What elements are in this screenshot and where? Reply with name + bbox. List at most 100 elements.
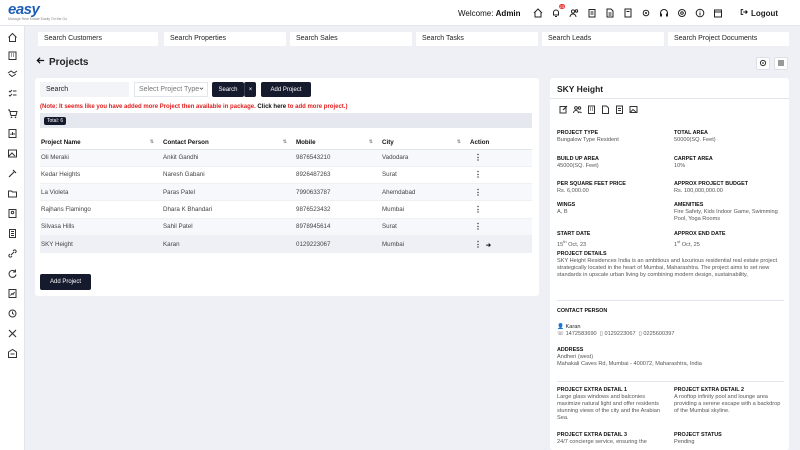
garage-icon[interactable]: [7, 348, 18, 359]
image-icon[interactable]: [7, 148, 18, 159]
edit-corner-button[interactable]: [756, 57, 770, 70]
gallery-icon[interactable]: [629, 105, 638, 114]
home-icon[interactable]: [532, 7, 543, 18]
settings-corner-button[interactable]: [774, 57, 788, 70]
logout-button[interactable]: Logout: [740, 8, 778, 18]
logout-icon: [740, 8, 748, 18]
checklist-icon[interactable]: [7, 88, 18, 99]
document-icon[interactable]: [604, 7, 615, 18]
kebab-menu-icon[interactable]: ⋮: [470, 222, 482, 231]
logo-text: easy: [8, 1, 40, 18]
file-detail-icon[interactable]: [615, 105, 624, 114]
users-group-icon[interactable]: [573, 105, 582, 114]
table-header-row: Project Name ⇅ Contact Person ⇅ Mobile ⇅ Ci…: [40, 137, 532, 150]
total-strip: Total: 6: [40, 113, 532, 128]
sliders-icon: [777, 59, 785, 69]
table-row[interactable]: Kedar Heights Naresh Gabani 8926487263 S…: [40, 166, 532, 185]
col-contact-person[interactable]: Contact Person ⇅: [162, 137, 295, 150]
arrow-right-icon[interactable]: ➔: [486, 242, 491, 249]
gear-icon[interactable]: [640, 7, 651, 18]
analytics-icon[interactable]: [7, 288, 18, 299]
notes-icon[interactable]: [7, 228, 18, 239]
kebab-menu-icon[interactable]: ⋮: [470, 170, 482, 179]
cell-city: Ahemdabad: [381, 183, 469, 202]
bell-icon[interactable]: 23: [550, 4, 565, 18]
kebab-menu-icon[interactable]: ⋮: [470, 205, 482, 214]
detail-divider: [557, 381, 784, 382]
users-icon[interactable]: [568, 7, 579, 18]
table-row[interactable]: Silvasa Hills Sahil Patel 8978945614 Sur…: [40, 218, 532, 236]
search-tasks[interactable]: Search Tasks: [416, 32, 538, 46]
cell-contact: Ankit Gandhi: [162, 149, 295, 167]
add-project-button[interactable]: Add Project: [261, 82, 311, 97]
cell-project-name: Rajhans Flamingo: [40, 200, 162, 219]
detail-divider: [557, 300, 784, 301]
folder-icon[interactable]: [7, 188, 18, 199]
table-row[interactable]: La Violeta Paras Patel 7990633787 Ahemda…: [40, 183, 532, 202]
kebab-menu-icon[interactable]: ⋮: [470, 240, 482, 249]
crossed-tools-icon[interactable]: [7, 328, 18, 339]
col-project-name[interactable]: Project Name ⇅: [40, 137, 162, 150]
col-city[interactable]: City ⇅: [381, 137, 469, 150]
col-mobile[interactable]: Mobile ⇅: [295, 137, 381, 150]
search-customers[interactable]: Search Customers: [38, 32, 158, 46]
headset-icon[interactable]: [658, 7, 669, 18]
handshake-icon[interactable]: [7, 68, 18, 79]
app-logo[interactable]: easy Manage Real Estate Easily On the Go: [8, 1, 68, 23]
cell-mobile: 0129223067: [295, 235, 381, 254]
link-icon[interactable]: [7, 248, 18, 259]
dashboard-icon[interactable]: [7, 32, 18, 43]
amenities-field: AMENITIES Fire Safety, Kids Indoor Game, …: [674, 202, 778, 222]
search-project-documents[interactable]: Search Project Documents: [668, 32, 789, 46]
detail-divider: [550, 98, 789, 99]
total-badge: Total: 6: [44, 117, 67, 125]
cell-project-name: Kedar Heights: [40, 166, 162, 185]
edit-icon[interactable]: [559, 105, 568, 114]
add-project-bottom-button[interactable]: Add Project: [40, 274, 91, 290]
cell-city: Mumbai: [381, 200, 469, 219]
refresh-icon[interactable]: [7, 268, 18, 279]
table-row[interactable]: Rajhans Flamingo Dhara K Bhandari 987652…: [40, 200, 532, 219]
search-button[interactable]: Search: [212, 82, 244, 97]
phone-3[interactable]: 0225600397: [643, 331, 674, 337]
info-icon[interactable]: [694, 7, 705, 18]
project-type-select[interactable]: Select Project Type: [134, 82, 208, 97]
tools-icon[interactable]: [7, 168, 18, 179]
report-icon[interactable]: [7, 128, 18, 139]
kebab-menu-icon[interactable]: ⋮: [470, 153, 482, 162]
building-detail-icon[interactable]: [587, 105, 596, 114]
user-file-icon[interactable]: [7, 208, 18, 219]
cell-contact: Sahil Patel: [162, 218, 295, 236]
project-search-input[interactable]: Search: [40, 82, 129, 97]
clear-search-button[interactable]: ×: [244, 82, 256, 97]
sync-icon[interactable]: [7, 308, 18, 319]
cell-project-name: SKY Height: [40, 235, 162, 254]
phone-2[interactable]: 0129223067: [604, 331, 635, 337]
table-row-selected[interactable]: SKY Height Karan 0129223067 Mumbai ⋮ ➔: [40, 235, 532, 254]
phone-icon: ☏: [557, 331, 564, 337]
detail-actions: [559, 105, 638, 114]
psf-price-field: PER SQUARE FEET PRICE Rs. 6,000.00: [557, 181, 626, 194]
table-row[interactable]: Oli Meraki Ankit Gandhi 9876543210 Vadod…: [40, 149, 532, 167]
building-icon[interactable]: [7, 50, 18, 61]
kebab-menu-icon[interactable]: ⋮: [470, 188, 482, 197]
phone-icon: ▯: [638, 331, 642, 337]
phone-icon: ▯: [599, 331, 603, 337]
search-leads[interactable]: Search Leads: [542, 32, 664, 46]
welcome-label: Welcome:: [458, 9, 494, 18]
file-icon[interactable]: [622, 7, 633, 18]
contact-person-field: CONTACT PERSON: [557, 308, 608, 314]
cart-icon[interactable]: [7, 108, 18, 119]
calendar-icon[interactable]: [712, 7, 723, 18]
click-here-link[interactable]: Click here: [257, 104, 286, 110]
search-sales[interactable]: Search Sales: [290, 32, 412, 46]
clipboard-icon[interactable]: [586, 7, 597, 18]
logout-label: Logout: [751, 8, 779, 18]
back-arrow-icon[interactable]: [36, 56, 45, 68]
page-title-text: Projects: [49, 56, 89, 68]
cell-mobile: 8926487263: [295, 166, 381, 185]
document-detail-icon[interactable]: [601, 105, 610, 114]
search-properties[interactable]: Search Properties: [164, 32, 286, 46]
phone-1[interactable]: 1472583690: [566, 331, 597, 337]
settings-icon[interactable]: [676, 7, 687, 18]
